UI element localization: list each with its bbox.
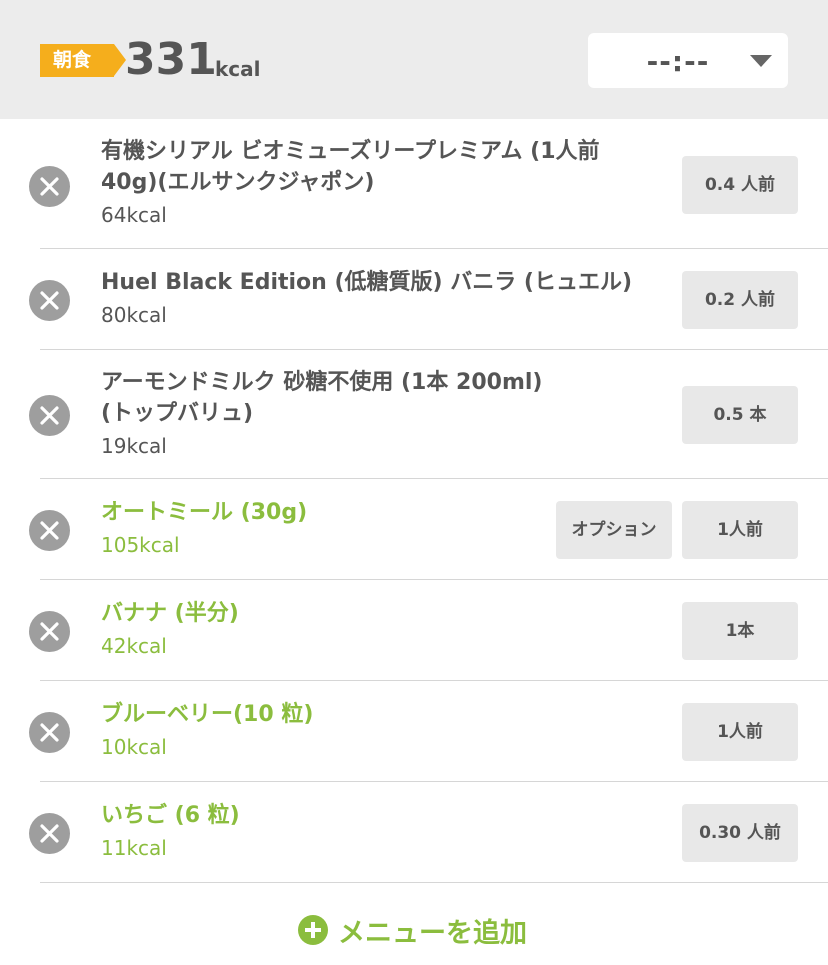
total-kcal: 331 bbox=[125, 34, 217, 85]
item-name: 有機シリアル ビオミューズリープレミアム (1人前 bbox=[101, 139, 600, 164]
item-kcal: 11kcal bbox=[101, 836, 167, 860]
item-kcal: 19kcal bbox=[101, 434, 167, 458]
quantity-button[interactable]: 0.5 本 bbox=[682, 386, 798, 444]
item-name: いちご (6 粒) bbox=[101, 803, 240, 828]
item-name: Huel Black Edition (低糖質版) バニラ (ヒュエル) bbox=[101, 270, 633, 295]
add-menu-button[interactable]: メニューを追加 bbox=[298, 912, 527, 949]
item-kcal: 64kcal bbox=[101, 203, 167, 227]
item-kcal: 80kcal bbox=[101, 303, 167, 327]
item-name-line2: 40g)(エルサンクジャポン) bbox=[101, 170, 375, 195]
list-item: アーモンドミルク 砂糖不使用 (1本 200ml) (トップバリュ) 19kca… bbox=[0, 350, 828, 479]
item-text[interactable]: オートミール (30g) 105kcal bbox=[101, 497, 307, 560]
list-item: いちご (6 粒) 11kcal 0.30 人前 bbox=[0, 782, 828, 883]
item-text[interactable]: バナナ (半分) 42kcal bbox=[101, 598, 239, 661]
remove-icon[interactable] bbox=[29, 712, 70, 753]
item-name: アーモンドミルク 砂糖不使用 (1本 200ml) bbox=[101, 370, 543, 395]
item-name: バナナ (半分) bbox=[101, 601, 239, 626]
remove-icon[interactable] bbox=[29, 166, 70, 207]
meal-tag: 朝食 bbox=[40, 44, 126, 77]
list-item: オートミール (30g) 105kcal オプション 1人前 bbox=[0, 479, 828, 580]
item-kcal: 42kcal bbox=[101, 634, 167, 658]
remove-icon[interactable] bbox=[29, 510, 70, 551]
plus-circle-icon bbox=[298, 915, 328, 945]
meal-header: 朝食 331 kcal --:-- bbox=[0, 0, 828, 119]
quantity-button[interactable]: 0.30 人前 bbox=[682, 804, 798, 862]
option-button[interactable]: オプション bbox=[556, 501, 672, 559]
list-item: 有機シリアル ビオミューズリープレミアム (1人前 40g)(エルサンクジャポン… bbox=[0, 119, 828, 249]
list-item: ブルーベリー(10 粒) 10kcal 1人前 bbox=[0, 681, 828, 782]
time-value: --:-- bbox=[646, 45, 710, 78]
item-text[interactable]: いちご (6 粒) 11kcal bbox=[101, 800, 240, 863]
meal-label: 朝食 bbox=[52, 49, 91, 71]
list-item: バナナ (半分) 42kcal 1本 bbox=[0, 580, 828, 681]
add-menu-label: メニューを追加 bbox=[338, 917, 527, 949]
chevron-down-icon bbox=[750, 55, 772, 67]
item-kcal: 10kcal bbox=[101, 735, 167, 759]
time-select[interactable]: --:-- bbox=[588, 33, 788, 88]
quantity-button[interactable]: 0.2 人前 bbox=[682, 271, 798, 329]
item-kcal: 105kcal bbox=[101, 533, 180, 557]
quantity-button[interactable]: 1人前 bbox=[682, 703, 798, 761]
total-kcal-unit: kcal bbox=[215, 57, 261, 81]
item-name-line2: (トップバリュ) bbox=[101, 401, 254, 426]
item-text[interactable]: ブルーベリー(10 粒) 10kcal bbox=[101, 699, 313, 762]
item-name: オートミール (30g) bbox=[101, 500, 308, 525]
quantity-button[interactable]: 1人前 bbox=[682, 501, 798, 559]
item-text[interactable]: 有機シリアル ビオミューズリープレミアム (1人前 40g)(エルサンクジャポン… bbox=[101, 136, 600, 230]
remove-icon[interactable] bbox=[29, 813, 70, 854]
item-text[interactable]: アーモンドミルク 砂糖不使用 (1本 200ml) (トップバリュ) 19kca… bbox=[101, 367, 542, 461]
quantity-button[interactable]: 1本 bbox=[682, 602, 798, 660]
quantity-button[interactable]: 0.4 人前 bbox=[682, 156, 798, 214]
item-text[interactable]: Huel Black Edition (低糖質版) バニラ (ヒュエル) 80k… bbox=[101, 267, 632, 330]
remove-icon[interactable] bbox=[29, 395, 70, 436]
list-item: Huel Black Edition (低糖質版) バニラ (ヒュエル) 80k… bbox=[0, 249, 828, 350]
remove-icon[interactable] bbox=[29, 611, 70, 652]
remove-icon[interactable] bbox=[29, 280, 70, 321]
item-name: ブルーベリー(10 粒) bbox=[101, 702, 314, 727]
divider bbox=[40, 882, 828, 883]
